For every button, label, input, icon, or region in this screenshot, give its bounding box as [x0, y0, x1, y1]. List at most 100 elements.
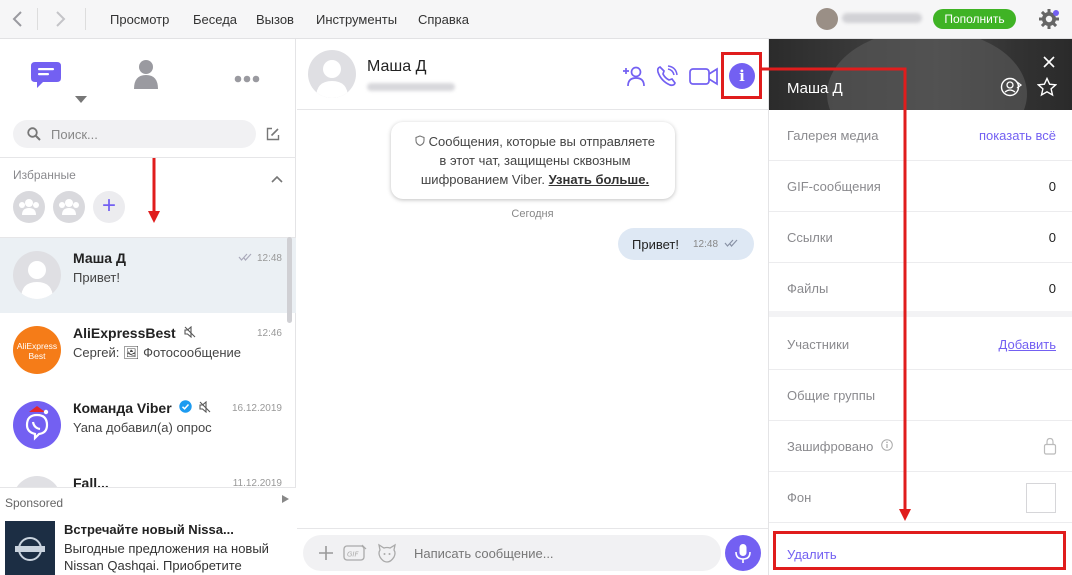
ad-description-line: Nissan Qashqai. Приобретите	[64, 558, 242, 573]
encryption-notice-text: в этот чат, защищены сквозным	[439, 153, 631, 168]
video-icon	[689, 67, 718, 86]
sticker-icon[interactable]	[377, 543, 397, 563]
caret-down-icon	[75, 96, 87, 103]
encryption-notice-line: шифрованием Viber. Узнать больше.	[409, 170, 661, 189]
background-row[interactable]: Фон	[769, 472, 1072, 523]
chat-list-item[interactable]: Маша Д Привет! 12:48	[0, 238, 296, 313]
add-favorite-button[interactable]: +	[93, 191, 125, 223]
chat-name: Fall...	[73, 475, 109, 487]
contact-status-blurred	[367, 83, 455, 91]
favorite-group-avatar[interactable]	[13, 191, 45, 223]
tab-more[interactable]	[234, 70, 260, 88]
show-all-media-link[interactable]: показать всё	[979, 128, 1056, 143]
chat-list-item[interactable]: AliExpress Best AliExpressBest Сергей: 🖼 …	[0, 313, 296, 388]
ad-description-line: Выгодные предложения на новый	[64, 541, 269, 556]
info-circle-icon[interactable]	[881, 439, 893, 451]
sponsored-block[interactable]: Sponsored Встречайте новый Nissa... Выго…	[0, 487, 296, 575]
chevron-left-icon	[12, 11, 22, 27]
default-avatar-icon	[21, 261, 53, 299]
left-panel: Избранные + Маша Д Привет! 12:48 AliExpr…	[0, 39, 296, 575]
menu-view[interactable]: Просмотр	[110, 12, 169, 27]
chat-time: 16.12.2019	[231, 403, 282, 414]
chat-time: 12:48	[238, 253, 282, 264]
message-time: 12:48	[693, 239, 740, 250]
chat-info-panel: Маша Д Галерея медиа показать всё GIF-со…	[768, 39, 1072, 575]
chat-list-item[interactable]: Команда Viber Yana добавил(а) опрос 16.1…	[0, 388, 296, 463]
voice-message-button[interactable]	[725, 535, 761, 571]
avatar-text: AliExpress Best	[16, 341, 58, 361]
chevron-right-icon	[56, 11, 66, 27]
avatar	[13, 251, 61, 299]
chat-last-message: Yana добавил(а) опрос	[73, 420, 212, 435]
favorites-collapse-button[interactable]	[271, 170, 283, 188]
share-contact-icon[interactable]	[1000, 77, 1022, 97]
favorite-group-avatar[interactable]	[53, 191, 85, 223]
message-text: Привет!	[632, 237, 679, 252]
add-participant-button[interactable]	[621, 63, 647, 89]
contact-name[interactable]: Маша Д	[367, 58, 426, 76]
media-gallery-row: Галерея медиа показать всё	[769, 110, 1072, 161]
avatar: AliExpress Best	[13, 326, 61, 374]
search-field[interactable]	[13, 120, 256, 148]
menu-help[interactable]: Справка	[418, 12, 469, 27]
ad-info-icon[interactable]	[281, 494, 290, 504]
info-panel-header: Маша Д	[769, 39, 1072, 110]
settings-button[interactable]	[1036, 6, 1062, 32]
add-participant-link[interactable]: Добавить	[999, 337, 1056, 352]
new-chat-button[interactable]	[266, 127, 280, 146]
tab-chats[interactable]	[31, 60, 63, 95]
menu-conversation[interactable]: Беседа	[193, 12, 237, 27]
back-button[interactable]	[4, 5, 32, 33]
encryption-notice-line: Сообщения, которые вы отправляете	[409, 132, 661, 151]
more-icon	[234, 75, 260, 83]
chat-last-message: Сергей: 🖼 Фотосообщение	[73, 345, 242, 360]
contact-avatar[interactable]	[308, 50, 356, 98]
background-label: Фон	[787, 490, 812, 505]
encryption-notice: Сообщения, которые вы отправляете в этот…	[391, 122, 675, 199]
common-groups-row[interactable]: Общие группы	[769, 370, 1072, 421]
message-composer: GIF	[297, 528, 768, 575]
read-checkmarks-icon	[238, 253, 252, 261]
media-gallery-label: Галерея медиа	[787, 128, 879, 143]
chat-name-text: Команда Viber	[73, 400, 172, 416]
background-preview[interactable]	[1026, 483, 1056, 513]
chat-list-item[interactable]: Fall... 11.12.2019	[0, 463, 296, 487]
files-label: Файлы	[787, 281, 829, 296]
add-user-icon	[623, 66, 645, 87]
search-input[interactable]	[51, 120, 251, 148]
gif-icon[interactable]: GIF	[343, 544, 367, 562]
voice-call-button[interactable]	[654, 63, 680, 89]
video-call-button[interactable]	[688, 63, 720, 89]
gear-icon	[1039, 9, 1059, 29]
chats-dropdown[interactable]	[74, 91, 88, 109]
info-contact-name: Маша Д	[787, 80, 843, 97]
conversation-panel: Маша Д i Сообщения, которые вы отправляе…	[297, 39, 768, 575]
gif-messages-label: GIF-сообщения	[787, 179, 881, 194]
chat-list-scrollbar[interactable]	[287, 237, 292, 323]
message-bubble-outgoing[interactable]: Привет! 12:48	[618, 228, 754, 260]
learn-more-link[interactable]: Узнать больше.	[549, 172, 650, 187]
participants-label: Участники	[787, 337, 850, 352]
ad-title: Встречайте новый Nissa...	[64, 522, 234, 537]
chat-time: 12:46	[256, 328, 282, 339]
divider	[37, 8, 38, 30]
tab-contacts[interactable]	[133, 59, 159, 94]
forward-button[interactable]	[46, 5, 74, 33]
account-avatar[interactable]	[816, 8, 838, 30]
plus-icon[interactable]	[318, 545, 334, 561]
gif-messages-row[interactable]: GIF-сообщения 0	[769, 161, 1072, 212]
star-icon[interactable]	[1037, 77, 1057, 97]
encrypted-label-text: Зашифровано	[787, 439, 874, 454]
links-row[interactable]: Ссылки 0	[769, 212, 1072, 263]
close-icon[interactable]	[1043, 56, 1055, 68]
chats-icon	[31, 62, 61, 88]
composer-field[interactable]: GIF	[303, 535, 721, 571]
files-row[interactable]: Файлы 0	[769, 263, 1072, 314]
message-time-text: 12:48	[693, 239, 719, 250]
menu-tools[interactable]: Инструменты	[316, 12, 397, 27]
message-input[interactable]	[414, 535, 714, 571]
topup-button[interactable]: Пополнить	[933, 9, 1016, 29]
menu-call[interactable]: Вызов	[256, 12, 294, 27]
nissan-logo-icon	[15, 537, 45, 561]
highlight-delete-button	[773, 531, 1066, 570]
